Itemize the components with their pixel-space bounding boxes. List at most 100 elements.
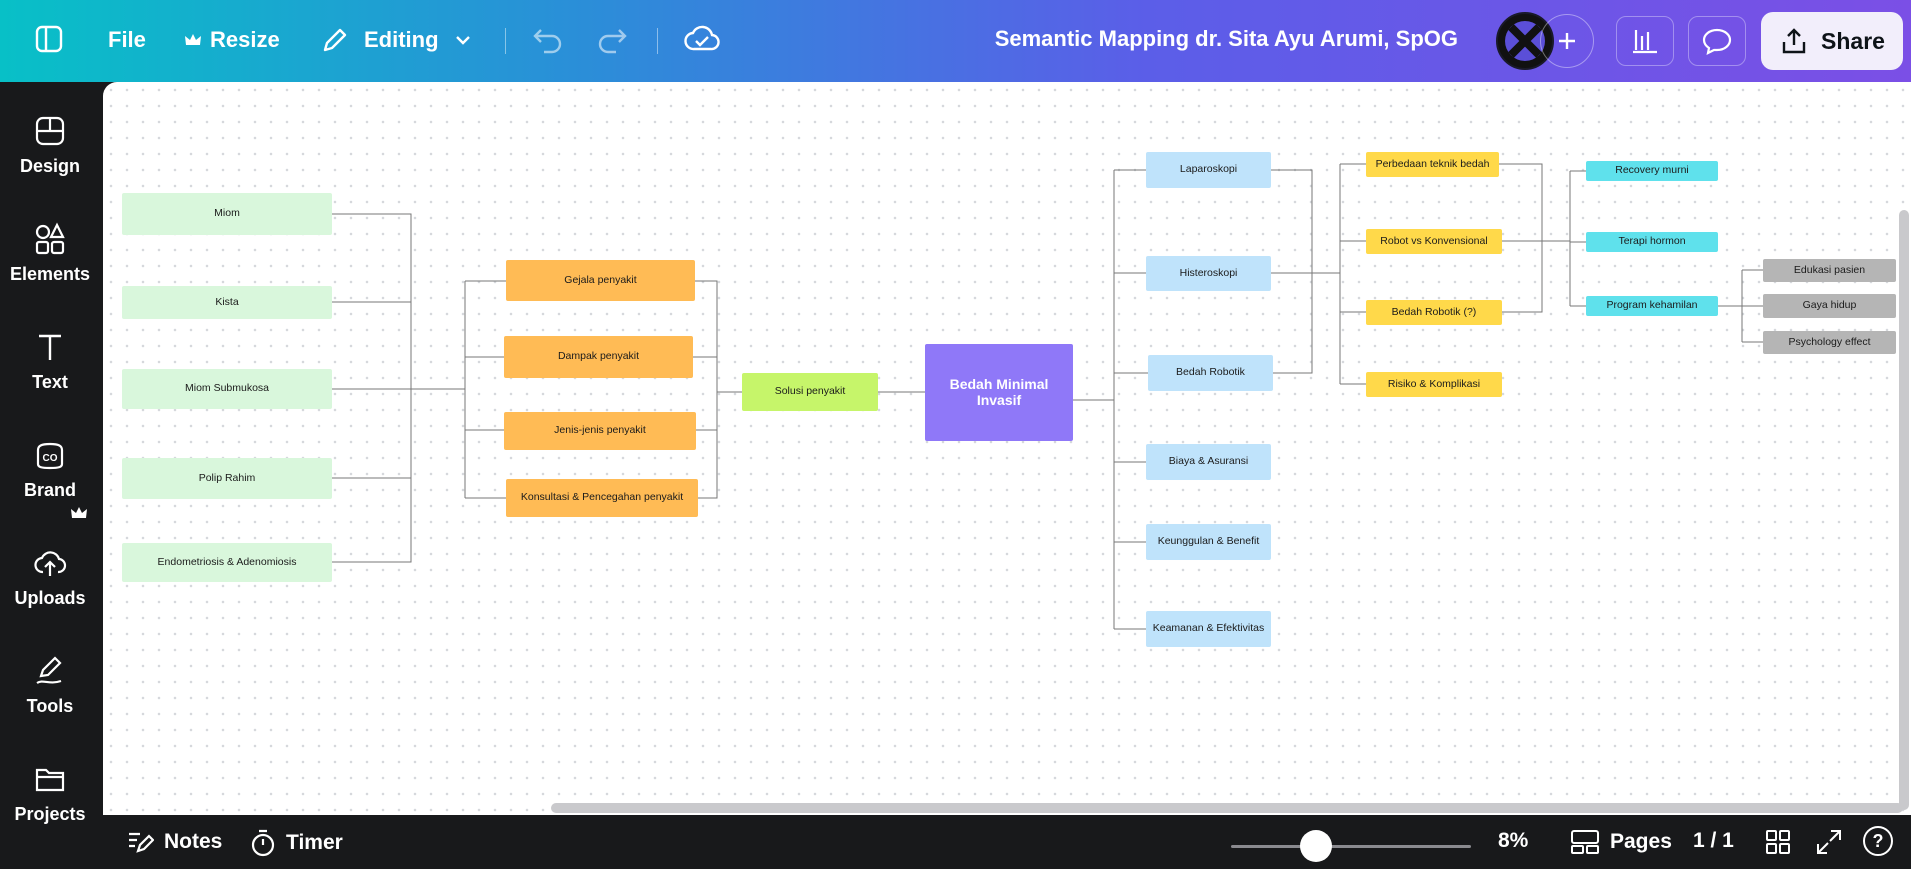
node-leaf[interactable]: Edukasi pasien bbox=[1763, 259, 1896, 282]
comments-button[interactable] bbox=[1688, 16, 1746, 66]
editing-mode-dropdown[interactable]: Editing bbox=[320, 25, 473, 55]
undo-button[interactable] bbox=[532, 26, 564, 54]
pages-icon bbox=[1571, 830, 1599, 854]
pages-label: Pages bbox=[1610, 830, 1672, 853]
sidebar-item-text[interactable]: Text bbox=[0, 330, 100, 393]
sidebar-item-label: Uploads bbox=[14, 588, 86, 608]
comment-icon bbox=[1702, 28, 1732, 55]
node-central[interactable]: Bedah Minimal Invasif bbox=[925, 344, 1073, 441]
node-leaf[interactable]: Psychology effect bbox=[1763, 331, 1896, 354]
bottom-bar: Notes Timer 8% Pages 1 / 1 ? bbox=[100, 815, 1911, 869]
bar-chart-icon bbox=[1633, 30, 1657, 54]
sidebar-item-elements[interactable]: Elements bbox=[0, 222, 100, 285]
sidebar-item-uploads[interactable]: Uploads bbox=[0, 546, 100, 609]
zoom-slider-track[interactable] bbox=[1231, 845, 1471, 848]
node-topic[interactable]: Bedah Robotik bbox=[1148, 355, 1273, 391]
node-disease[interactable]: Endometriosis & Adenomiosis bbox=[122, 543, 332, 582]
timer-button[interactable]: Timer bbox=[250, 829, 343, 857]
node-category[interactable]: Jenis-jenis penyakit bbox=[504, 412, 696, 450]
sidebar-item-label: Projects bbox=[14, 804, 86, 824]
design-canvas[interactable]: Miom Kista Miom Submukosa Polip Rahim En… bbox=[103, 82, 1911, 815]
sidebar-item-label: Text bbox=[32, 372, 68, 392]
node-topic[interactable]: Biaya & Asuransi bbox=[1146, 444, 1271, 480]
sidebar-item-label: Tools bbox=[26, 696, 74, 716]
notes-icon bbox=[129, 832, 154, 853]
sidebar-item-tools[interactable]: Tools bbox=[0, 654, 100, 717]
node-topic[interactable]: Keunggulan & Benefit bbox=[1146, 524, 1271, 560]
design-title[interactable]: Semantic Mapping dr. Sita Ayu Arumi, SpO… bbox=[995, 26, 1458, 52]
brand-icon: CO bbox=[36, 442, 64, 470]
chevron-down-icon bbox=[455, 36, 470, 45]
node-disease[interactable]: Kista bbox=[122, 286, 332, 319]
notes-button[interactable]: Notes bbox=[126, 829, 222, 855]
crown-icon bbox=[71, 507, 87, 518]
resize-button[interactable]: Resize bbox=[184, 27, 280, 53]
file-label: File bbox=[108, 27, 146, 52]
share-upload-icon bbox=[1782, 28, 1806, 54]
node-category[interactable]: Dampak penyakit bbox=[504, 336, 693, 378]
page-count-value: 1 / 1 bbox=[1693, 829, 1734, 852]
grid-view-button[interactable] bbox=[1765, 829, 1791, 855]
notes-label: Notes bbox=[164, 830, 223, 853]
sidebar-item-brand[interactable]: CO Brand bbox=[0, 438, 100, 501]
node-subtopic[interactable]: Bedah Robotik (?) bbox=[1366, 300, 1502, 325]
elements-shapes-icon bbox=[35, 222, 65, 255]
left-sidebar: Design Elements Text CO Brand Uploads To… bbox=[0, 82, 100, 869]
cloud-check-icon bbox=[684, 25, 720, 51]
node-category[interactable]: Gejala penyakit bbox=[506, 260, 695, 301]
text-t-icon bbox=[39, 334, 61, 360]
sidebar-toggle-icon[interactable] bbox=[34, 24, 64, 54]
file-menu-button[interactable]: File bbox=[108, 27, 146, 53]
expand-icon bbox=[1817, 830, 1841, 854]
node-topic[interactable]: Laparoskopi bbox=[1146, 152, 1271, 188]
design-icon bbox=[35, 116, 65, 146]
cloud-upload-icon bbox=[34, 551, 67, 576]
sidebar-item-label: Design bbox=[19, 156, 80, 176]
node-category[interactable]: Konsultasi & Pencegahan penyakit bbox=[506, 479, 698, 517]
node-subsubtopic[interactable]: Terapi hormon bbox=[1586, 232, 1718, 252]
horizontal-scrollbar[interactable] bbox=[551, 803, 1903, 813]
help-button[interactable]: ? bbox=[1863, 826, 1893, 856]
node-topic[interactable]: Keamanan & Efektivitas bbox=[1146, 611, 1271, 647]
share-button[interactable]: Share bbox=[1761, 12, 1903, 70]
insights-button[interactable] bbox=[1616, 16, 1674, 66]
node-disease[interactable]: Miom bbox=[122, 193, 332, 235]
node-subtopic[interactable]: Robot vs Konvensional bbox=[1366, 229, 1502, 254]
editing-label: Editing bbox=[364, 27, 439, 52]
svg-text:CO: CO bbox=[43, 453, 58, 464]
plus-icon bbox=[1559, 33, 1575, 49]
fullscreen-button[interactable] bbox=[1816, 829, 1842, 855]
zoom-level[interactable]: 8% bbox=[1498, 829, 1528, 853]
help-icon: ? bbox=[1863, 826, 1893, 856]
cloud-save-button[interactable] bbox=[684, 24, 720, 54]
sidebar-item-projects[interactable]: Projects bbox=[0, 762, 100, 825]
undo-icon bbox=[533, 29, 562, 54]
node-subsubtopic[interactable]: Recovery murni bbox=[1586, 161, 1718, 181]
node-subsubtopic[interactable]: Program kehamilan bbox=[1586, 296, 1718, 316]
vertical-scrollbar[interactable] bbox=[1899, 210, 1909, 810]
zoom-slider-thumb[interactable] bbox=[1300, 830, 1332, 862]
top-bar: File Resize Editing Semantic Mapping dr.… bbox=[0, 0, 1911, 82]
connector-lines bbox=[332, 163, 1763, 630]
redo-icon bbox=[598, 29, 627, 54]
node-solution[interactable]: Solusi penyakit bbox=[742, 373, 878, 411]
grid-icon bbox=[1766, 830, 1790, 854]
node-leaf[interactable]: Gaya hidup bbox=[1763, 294, 1896, 318]
page-counter: 1 / 1 bbox=[1693, 829, 1734, 853]
node-topic[interactable]: Histeroskopi bbox=[1146, 256, 1271, 291]
timer-icon bbox=[251, 829, 275, 857]
share-label: Share bbox=[1821, 27, 1885, 54]
node-subtopic[interactable]: Risiko & Komplikasi bbox=[1366, 372, 1502, 397]
folder-icon bbox=[35, 768, 65, 792]
tools-pen-icon bbox=[36, 656, 62, 684]
pages-button[interactable]: Pages bbox=[1570, 829, 1672, 855]
sidebar-item-design[interactable]: Design bbox=[0, 114, 100, 177]
sidebar-item-label: Elements bbox=[9, 264, 91, 284]
add-collaborator-button[interactable] bbox=[1540, 14, 1594, 68]
node-disease[interactable]: Polip Rahim bbox=[122, 458, 332, 499]
node-subtopic[interactable]: Perbedaan teknik bedah bbox=[1366, 152, 1499, 177]
node-disease[interactable]: Miom Submukosa bbox=[122, 369, 332, 409]
zoom-value: 8% bbox=[1498, 829, 1529, 852]
timer-label: Timer bbox=[286, 831, 343, 854]
redo-button[interactable] bbox=[596, 26, 628, 54]
